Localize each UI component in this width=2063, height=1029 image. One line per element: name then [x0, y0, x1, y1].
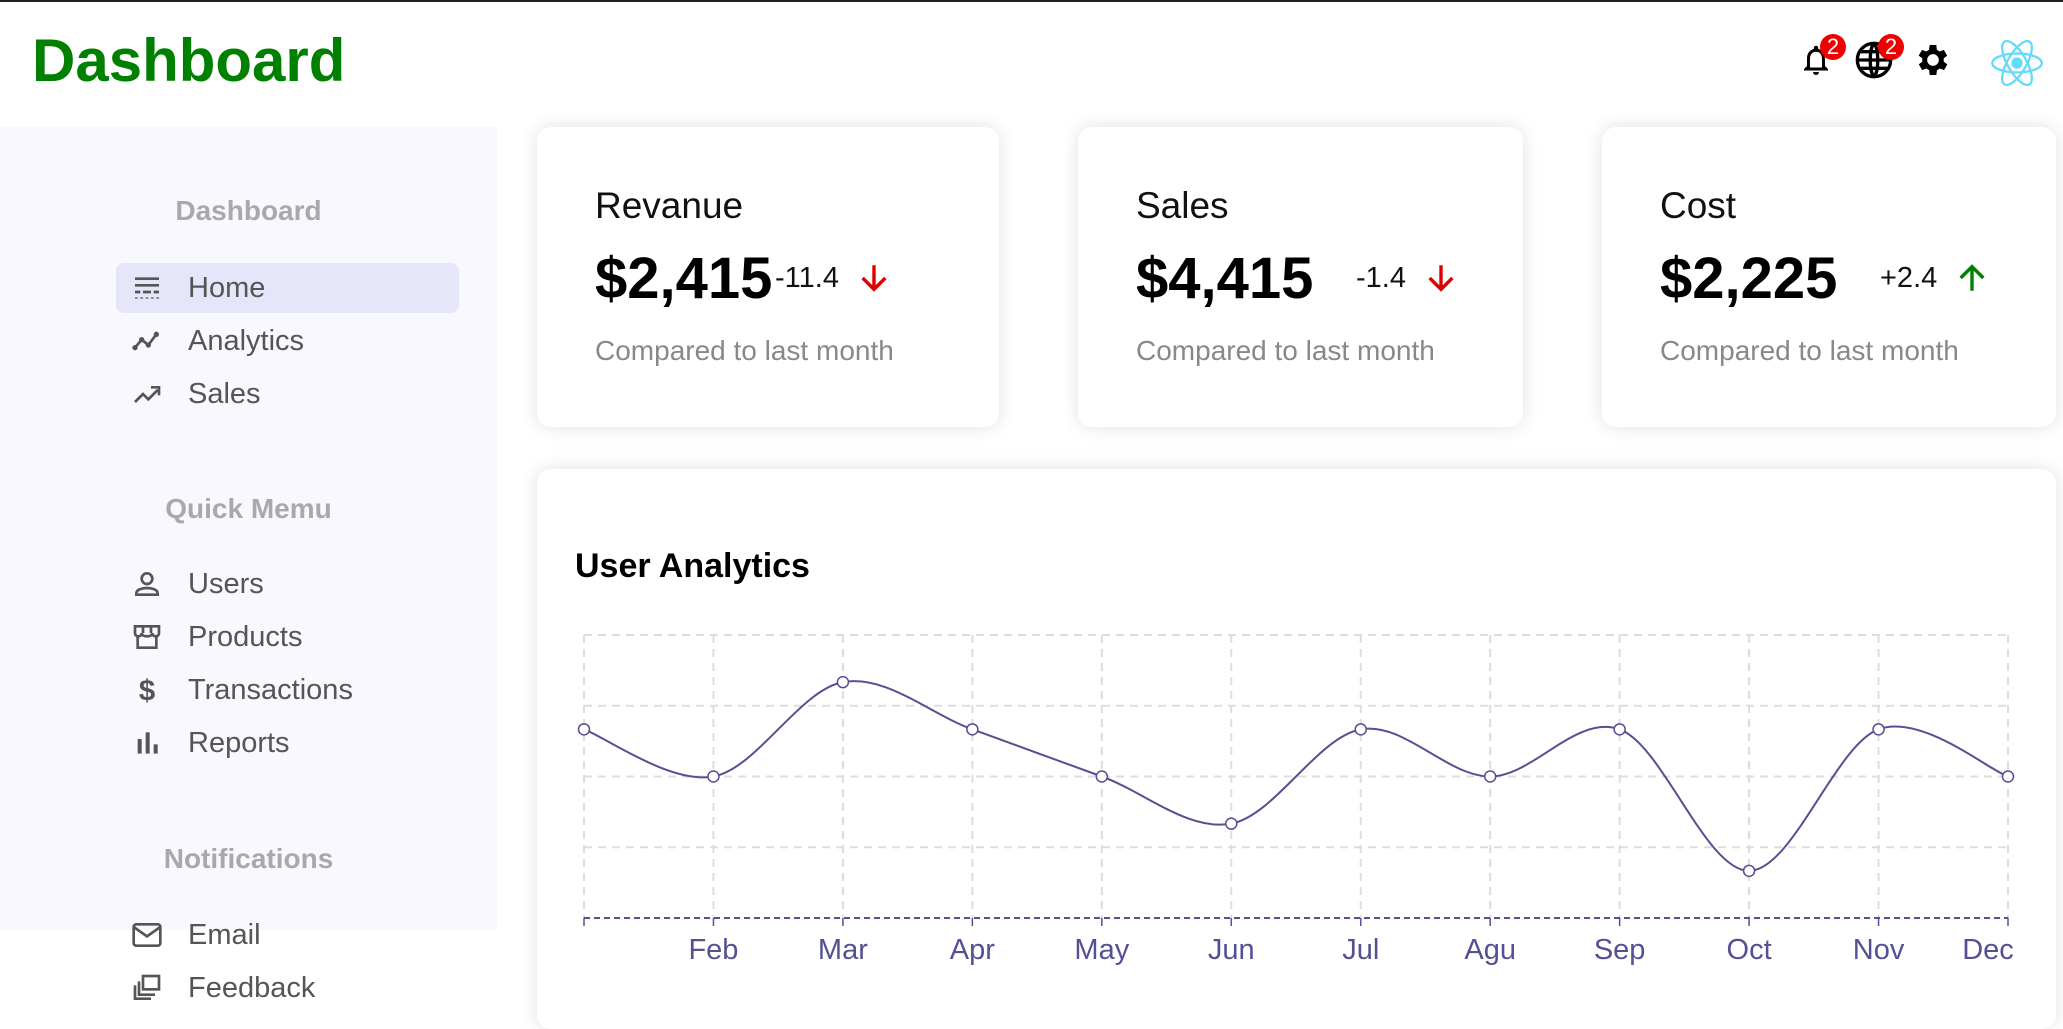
sidebar [0, 127, 497, 930]
notifications-button[interactable]: 2 [1794, 34, 1846, 82]
line-style-icon [122, 272, 172, 304]
notification-badge: 2 [1820, 34, 1846, 60]
sidebar-section-title: Quick Memu [165, 493, 332, 524]
stat-card-revanue: Revanue $2,415 -11.4 Compared to last mo… [537, 127, 999, 427]
delta-value: -1.4 [1356, 261, 1406, 294]
sidebar-item-home[interactable]: Home [116, 263, 459, 313]
timeline-icon [122, 325, 172, 357]
storefront-icon [122, 621, 172, 653]
user-analytics-card: User Analytics Feb Mar Apr May Jun Jul Agu Sep O… [537, 469, 2056, 1029]
sidebar-item-label: Products [188, 620, 303, 653]
sidebar-item-reports[interactable]: Reports [116, 718, 459, 768]
sidebar-item-email[interactable]: Email [116, 910, 459, 960]
sidebar-item-label: Email [188, 918, 261, 951]
stat-card-cost: Cost $2,225 +2.4 Compared to last month [1602, 127, 2056, 427]
data-point-agu [1483, 770, 1497, 783]
card-subtitle: Compared to last month [1660, 335, 1959, 366]
sidebar-item-transactions[interactable]: $ Transactions [116, 665, 459, 715]
react-logo-icon [1991, 39, 2043, 87]
sidebar-item-label: Sales [188, 377, 261, 410]
x-tick-label: Oct [1727, 934, 1772, 966]
data-point-oct [1742, 864, 1756, 878]
gear-icon [1918, 45, 1948, 75]
data-point-jan [577, 723, 591, 736]
data-point-feb [707, 770, 720, 783]
user-analytics-chart: Feb Mar Apr May Jun Jul Agu Sep Oct Nov Dec [577, 634, 2015, 966]
sidebar-section-title: Dashboard [175, 195, 322, 226]
card-delta: -11.4 [775, 261, 891, 295]
x-tick-label: Jun [1208, 934, 1255, 966]
data-point-apr [966, 723, 979, 736]
x-tick-label: Nov [1853, 934, 1905, 966]
dynamic-feed-icon [122, 972, 172, 1004]
sidebar-item-products[interactable]: Products [116, 612, 459, 662]
sidebar-item-users[interactable]: Users [116, 559, 459, 609]
card-subtitle: Compared to last month [1136, 335, 1435, 366]
card-delta: -1.4 [1356, 261, 1458, 295]
x-tick-label: Sep [1594, 934, 1646, 966]
sidebar-item-feedback[interactable]: Feedback [116, 963, 459, 1013]
language-badge: 2 [1878, 34, 1904, 60]
card-title: Sales [1136, 185, 1229, 226]
app-title: Dashboard [32, 27, 346, 94]
card-title: Cost [1660, 185, 1737, 226]
sidebar-item-label: Transactions [188, 673, 353, 706]
card-delta: +2.4 [1880, 261, 1989, 295]
mail-icon [122, 919, 172, 951]
data-point-jul [1354, 723, 1367, 736]
sidebar-item-label: Feedback [188, 971, 316, 1004]
trending-up-icon [122, 378, 172, 410]
person-icon [122, 568, 172, 600]
arrow-down-icon [1428, 265, 1454, 292]
sidebar-section-title: Notifications [163, 843, 334, 874]
arrow-down-icon [861, 265, 887, 292]
x-tick-label: Agu [1464, 934, 1516, 966]
data-point-sep [1613, 723, 1626, 736]
x-tick-label: May [1074, 934, 1129, 966]
data-point-nov [1872, 723, 1885, 736]
card-value: $2,415 [595, 246, 773, 311]
sidebar-item-label: Users [188, 567, 264, 600]
delta-value: -11.4 [775, 261, 839, 294]
data-point-dec [2001, 770, 2015, 783]
sidebar-item-label: Analytics [188, 324, 305, 357]
sidebar-item-label: Reports [188, 726, 290, 759]
settings-button[interactable] [1911, 38, 1955, 82]
x-tick-label: Dec [1962, 934, 2014, 966]
bar-chart-icon [122, 727, 172, 759]
card-subtitle: Compared to last month [595, 335, 894, 366]
dollar-icon: $ [122, 674, 172, 706]
sidebar-item-sales[interactable]: Sales [116, 369, 459, 419]
card-value: $4,415 [1136, 246, 1314, 311]
data-point-mar [836, 675, 850, 689]
data-point-may [1095, 770, 1109, 783]
language-button[interactable]: 2 [1852, 34, 1904, 82]
svg-text:$: $ [139, 675, 155, 706]
x-tick-label: Apr [950, 934, 995, 966]
stat-card-sales: Sales $4,415 -1.4 Compared to last month [1078, 127, 1523, 427]
card-value: $2,225 [1660, 246, 1838, 311]
avatar[interactable] [1990, 36, 2044, 90]
arrow-up-icon [1959, 264, 1985, 291]
x-tick-label: Feb [688, 934, 738, 966]
x-tick-label: Jul [1342, 934, 1379, 966]
data-point-jun [1225, 817, 1238, 830]
sidebar-item-label: Home [188, 271, 266, 304]
x-tick-label: Mar [818, 934, 868, 966]
delta-value: +2.4 [1880, 261, 1938, 294]
sidebar-item-analytics[interactable]: Analytics [116, 316, 459, 366]
card-title: Revanue [595, 185, 744, 226]
